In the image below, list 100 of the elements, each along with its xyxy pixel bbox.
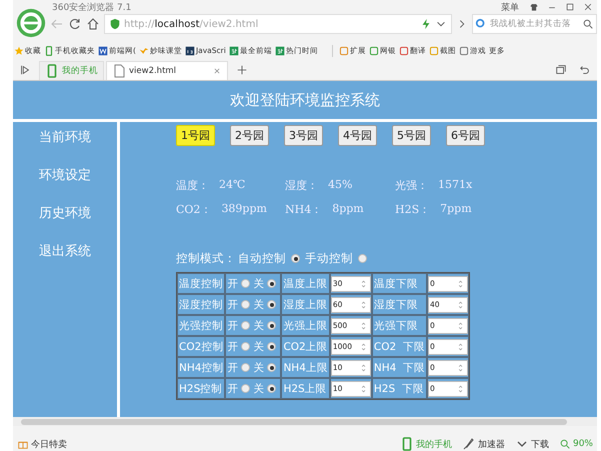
status-item[interactable]: 加速器 [462,437,505,451]
reading-label: 温度： [176,178,209,193]
reading-label: H2S： [395,202,430,217]
radio-label: 开 [227,318,238,332]
app-title: 360安全浏览器 7.1 [51,2,132,14]
undo-icon [579,64,591,76]
radio-label: 开 [227,276,238,290]
table-cell: NH4 下限 [372,357,427,378]
radio-button[interactable] [267,342,276,351]
table-cell: NH4上限 [281,357,330,378]
home-icon [86,17,100,31]
reading-value: 389ppm [221,202,267,217]
table-cell: 光强控制 [177,315,226,336]
reading-value: 8ppm [332,202,364,217]
reload-button[interactable] [68,17,82,31]
phone-icon [45,64,59,78]
radio-button[interactable] [241,363,250,372]
radio-label: 关 [253,382,264,396]
table-cell: 温度下限 [372,273,427,294]
radio-button[interactable] [241,342,250,351]
table-cell: CO2 下限 [372,336,427,357]
radio-button[interactable] [267,384,276,393]
table-cell: 光强上限 [281,315,330,336]
radio-label: 关 [253,318,264,332]
close-icon [583,2,593,12]
reading-label: 光强： [395,178,428,193]
sf-logo-icon [274,46,285,56]
page-icon [112,64,126,78]
search-logo-icon [475,18,487,30]
table-cell: 温度上限 [281,273,330,294]
reading-label: CO2： [176,202,212,217]
status-item[interactable]: 下载 [514,437,549,451]
menu-button[interactable]: 菜单 [495,0,525,14]
mode-option-label: 手动控制 [305,251,353,266]
browser-logo-icon [16,8,46,38]
radio-button[interactable] [267,363,276,372]
radio-label: 关 [253,298,264,312]
table-cell: CO2控制 [177,336,226,357]
scrollbar-thumb[interactable] [21,418,567,424]
radio-button[interactable] [267,279,276,288]
phone-icon [44,46,54,56]
radio-button[interactable] [267,300,276,309]
table-cell: H2S 下限 [372,378,427,399]
table-cell: H2S上限 [281,378,330,399]
reload-icon [68,17,82,31]
page-title: 欢迎登陆环境监控系统 [230,90,380,110]
w-logo-icon [98,46,108,56]
garden-button[interactable]: 4号园 [338,125,377,146]
radio-label: 开 [227,360,238,374]
radio-button[interactable] [241,384,250,393]
reading-label: 湿度： [285,178,318,193]
garden-button[interactable]: 2号园 [230,125,269,146]
reading-value: 45% [328,178,352,193]
js-logo-icon [184,46,195,56]
reading-value: 7ppm [440,202,472,217]
home-button[interactable] [86,17,100,31]
radio-button[interactable] [291,254,300,263]
table-cell: CO2上限 [281,336,330,357]
radio-label: 关 [253,340,264,354]
status-item[interactable]: 今日特卖 [17,438,67,450]
radio-label: 关 [253,360,264,374]
reading-value: 1571x [438,178,472,193]
sf-logo-icon [228,46,239,56]
table-cell: H2S控制 [177,378,226,399]
search-icon [582,18,594,30]
maximize-icon [565,2,575,12]
lightning-icon [420,18,432,30]
plus-icon [236,64,248,76]
windows-icon [555,64,567,76]
phone-icon [400,437,414,451]
search-field[interactable]: 我战机被土封其击落 [472,14,597,34]
table-cell: 湿度上限 [281,294,330,315]
radio-button[interactable] [358,254,367,263]
radio-button[interactable] [267,321,276,330]
table-cell: 湿度控制 [177,294,226,315]
reading-value: 24℃ [219,178,246,193]
address-bar[interactable]: http://localhost/view2.html [104,14,452,34]
close-icon [212,66,222,76]
radio-label: 关 [253,276,264,290]
radio-label: 开 [227,298,238,312]
table-cell: 光强下限 [372,315,427,336]
radio-button[interactable] [241,300,250,309]
back-arrow-icon [50,17,64,31]
browser-tab[interactable]: view2.html [106,61,228,80]
mode-label: 控制模式： [176,251,236,266]
magnifier-icon [558,438,571,450]
garden-button[interactable]: 1号园 [176,125,215,146]
radio-button[interactable] [241,279,250,288]
mode-option-label: 自动控制 [238,251,286,266]
garden-button[interactable]: 5号园 [392,125,431,146]
table-cell: 温度控制 [177,273,226,294]
table-cell: NH4控制 [177,357,226,378]
radio-button[interactable] [241,321,250,330]
sidebar-toggle-icon [19,64,31,76]
garden-button[interactable]: 3号园 [284,125,323,146]
garden-button[interactable]: 6号园 [446,125,485,146]
shirt-icon [529,2,539,12]
radio-label: 开 [227,340,238,354]
radio-label: 开 [227,382,238,396]
star-icon [14,46,24,56]
